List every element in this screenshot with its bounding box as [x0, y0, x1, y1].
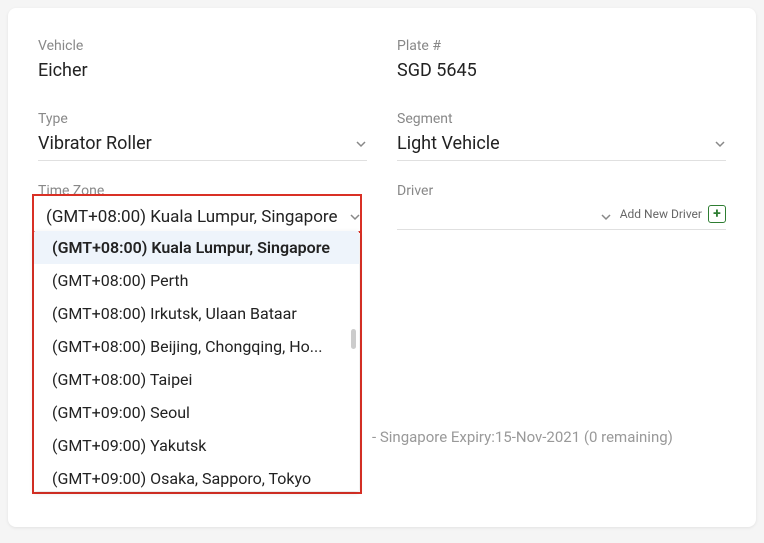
- chevron-down-icon: [600, 211, 612, 223]
- highlight-annotation: [32, 194, 362, 231]
- timezone-option[interactable]: (GMT+08:00) Irkutsk, Ulaan Bataar: [34, 297, 359, 330]
- timezone-dropdown: (GMT+08:00) Kuala Lumpur, Singapore (GMT…: [34, 231, 359, 491]
- expiry-text: - Singapore Expiry:15-Nov-2021 (0 remain…: [372, 428, 673, 446]
- scrollbar-thumb[interactable]: [351, 329, 356, 349]
- timezone-option[interactable]: (GMT+08:00) Taipei: [34, 363, 359, 396]
- plate-value: SGD 5645: [397, 60, 726, 89]
- vehicle-label: Vehicle: [38, 38, 367, 54]
- timezone-option[interactable]: (GMT+08:00) Perth: [34, 264, 359, 297]
- type-label: Type: [38, 111, 367, 127]
- segment-select[interactable]: Light Vehicle: [397, 133, 726, 161]
- chevron-down-icon: [355, 138, 367, 150]
- type-value: Vibrator Roller: [38, 133, 152, 154]
- vehicle-value: Eicher: [38, 60, 367, 89]
- add-driver-label: Add New Driver: [620, 207, 702, 221]
- add-driver-button[interactable]: +: [708, 205, 726, 223]
- segment-value: Light Vehicle: [397, 133, 500, 154]
- timezone-option[interactable]: (GMT+09:00) Seoul: [34, 396, 359, 429]
- plus-icon: +: [713, 207, 721, 221]
- chevron-down-icon: [714, 138, 726, 150]
- plate-label: Plate #: [397, 38, 726, 54]
- type-select[interactable]: Vibrator Roller: [38, 133, 367, 161]
- driver-select[interactable]: [397, 211, 620, 223]
- timezone-option[interactable]: (GMT+09:00) Osaka, Sapporo, Tokyo: [34, 462, 359, 491]
- timezone-option[interactable]: (GMT+08:00) Kuala Lumpur, Singapore: [34, 231, 359, 264]
- timezone-option[interactable]: (GMT+09:00) Yakutsk: [34, 429, 359, 462]
- driver-label: Driver: [397, 183, 726, 199]
- segment-label: Segment: [397, 111, 726, 127]
- timezone-option[interactable]: (GMT+08:00) Beijing, Chongqing, Ho...: [34, 330, 359, 363]
